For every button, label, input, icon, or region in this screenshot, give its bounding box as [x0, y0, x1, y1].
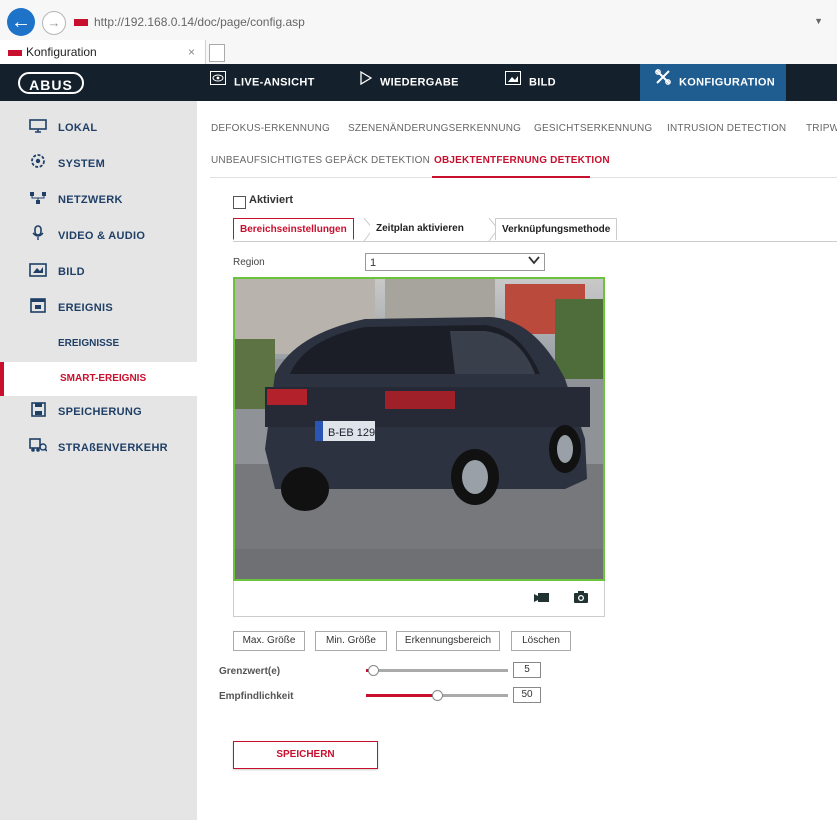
camera-image: B-EB 129 [235, 279, 603, 579]
nav-image-label: BILD [529, 76, 556, 89]
browser-tab[interactable]: Konfiguration [0, 40, 206, 64]
sidebar-item-ereignis[interactable]: EREIGNIS [0, 290, 197, 326]
sidebar-item-label: LOKAL [58, 122, 98, 134]
subtab-object-removal[interactable]: OBJEKTENTFERNUNG DETEKTION [434, 155, 610, 166]
sensitivity-slider-knob[interactable] [432, 690, 443, 701]
subtab-tripwire[interactable]: TRIPW [806, 123, 837, 134]
address-bar[interactable]: http://192.168.0.14/doc/page/config.asp [74, 12, 824, 32]
detection-area-button[interactable]: Erkennungsbereich [396, 631, 500, 651]
subtab-intrusion[interactable]: INTRUSION DETECTION [667, 123, 786, 134]
back-arrow-icon[interactable]: ← [7, 8, 35, 36]
chevron-down-icon[interactable] [528, 255, 540, 268]
tab-schedule[interactable]: Zeitplan aktivieren [370, 218, 470, 240]
sidebar-item-video-audio[interactable]: VIDEO & AUDIO [0, 218, 197, 254]
subtab-scene-change[interactable]: SZENENÄNDERUNGSERKENNUNG [348, 123, 521, 134]
url-text: http://192.168.0.14/doc/page/config.asp [94, 15, 305, 29]
forward-arrow-icon[interactable]: → [42, 11, 66, 35]
enable-label: Aktiviert [249, 194, 294, 206]
sidebar-item-label: BILD [58, 266, 85, 278]
url-dropdown-icon[interactable]: ▼ [814, 16, 823, 26]
subtab-active-indicator [432, 176, 590, 178]
license-plate-text: B-EB 129 [328, 427, 375, 439]
sidebar-item-label: SPEICHERUNG [58, 406, 142, 418]
sidebar-item-speicherung[interactable]: SPEICHERUNG [0, 394, 197, 430]
nav-playback[interactable]: WIEDERGABE [360, 64, 459, 101]
threshold-value[interactable]: 5 [513, 662, 541, 678]
save-icon [28, 394, 48, 430]
sidebar-item-lokal[interactable]: LOKAL [0, 110, 197, 146]
video-preview[interactable]: B-EB 129 [233, 277, 605, 581]
sidebar-item-system[interactable]: SYSTEM [0, 146, 197, 182]
tab-area-settings[interactable]: Bereichseinstellungen [233, 218, 354, 240]
new-tab-icon[interactable] [209, 44, 225, 62]
sidebar-item-bild[interactable]: BILD [0, 254, 197, 290]
tab-favicon-icon [8, 49, 22, 56]
site-favicon-icon [74, 19, 88, 27]
sidebar-item-strassenverkehr[interactable]: STRAßENVERKEHR [0, 430, 197, 466]
min-size-button[interactable]: Min. Größe [315, 631, 387, 651]
tab-close-icon[interactable]: × [188, 40, 195, 64]
abus-logo: ABUS [18, 72, 84, 94]
play-icon [360, 64, 373, 101]
tab-linkage-method[interactable]: Verknüpfungsmethode [495, 218, 618, 240]
delete-button[interactable]: Löschen [511, 631, 571, 651]
record-icon[interactable] [534, 590, 550, 607]
sensitivity-slider-fill [366, 694, 437, 697]
calendar-icon [28, 290, 48, 326]
gear-icon [28, 146, 48, 182]
save-button[interactable]: SPEICHERN [233, 741, 378, 769]
tools-icon [655, 64, 671, 101]
nav-live-label: LIVE-ANSICHT [234, 76, 315, 89]
sidebar-item-label: STRAßENVERKEHR [58, 442, 168, 454]
enable-checkbox[interactable] [233, 196, 246, 209]
subtab-face-detection[interactable]: GESICHTSERKENNUNG [534, 123, 652, 134]
region-select[interactable]: 1 [365, 253, 545, 271]
nav-configuration-label: KONFIGURATION [679, 76, 775, 89]
monitor-icon [28, 110, 48, 146]
snapshot-camera-icon[interactable] [573, 590, 589, 607]
subtab-unattended-baggage[interactable]: UNBEAUFSICHTIGTES GEPÄCK DETEKTION [211, 155, 430, 166]
sidebar-subitem-smart-ereignis[interactable]: SMART-EREIGNIS [0, 362, 197, 396]
sidebar-item-label: SYSTEM [58, 158, 106, 170]
sidebar-item-netzwerk[interactable]: NETZWERK [0, 182, 197, 218]
nav-image[interactable]: BILD [505, 64, 556, 101]
sensitivity-value[interactable]: 50 [513, 687, 541, 703]
image-icon [28, 254, 48, 290]
sidebar-item-label: VIDEO & AUDIO [58, 230, 146, 242]
microphone-icon [28, 218, 48, 254]
sidebar-item-label: NETZWERK [58, 194, 123, 206]
image-icon [505, 64, 521, 101]
nav-configuration[interactable]: KONFIGURATION [640, 64, 786, 101]
sidebar-item-label: EREIGNIS [58, 302, 113, 314]
region-label: Region [233, 257, 265, 268]
network-icon [28, 182, 48, 218]
threshold-slider-knob[interactable] [368, 665, 379, 676]
threshold-slider-track[interactable] [366, 669, 508, 672]
threshold-label: Grenzwert(e) [219, 666, 281, 677]
sidebar-subitem-ereignisse[interactable]: EREIGNISSE [0, 328, 197, 360]
nav-playback-label: WIEDERGABE [380, 76, 459, 89]
max-size-button[interactable]: Max. Größe [233, 631, 305, 651]
eye-icon [210, 64, 226, 101]
tab-title: Konfiguration [26, 45, 97, 59]
subtab-defocus[interactable]: DEFOKUS-ERKENNUNG [211, 123, 330, 134]
sensitivity-label: Empfindlichkeit [219, 691, 294, 702]
nav-live-view[interactable]: LIVE-ANSICHT [210, 64, 315, 101]
vehicle-icon [28, 430, 48, 466]
